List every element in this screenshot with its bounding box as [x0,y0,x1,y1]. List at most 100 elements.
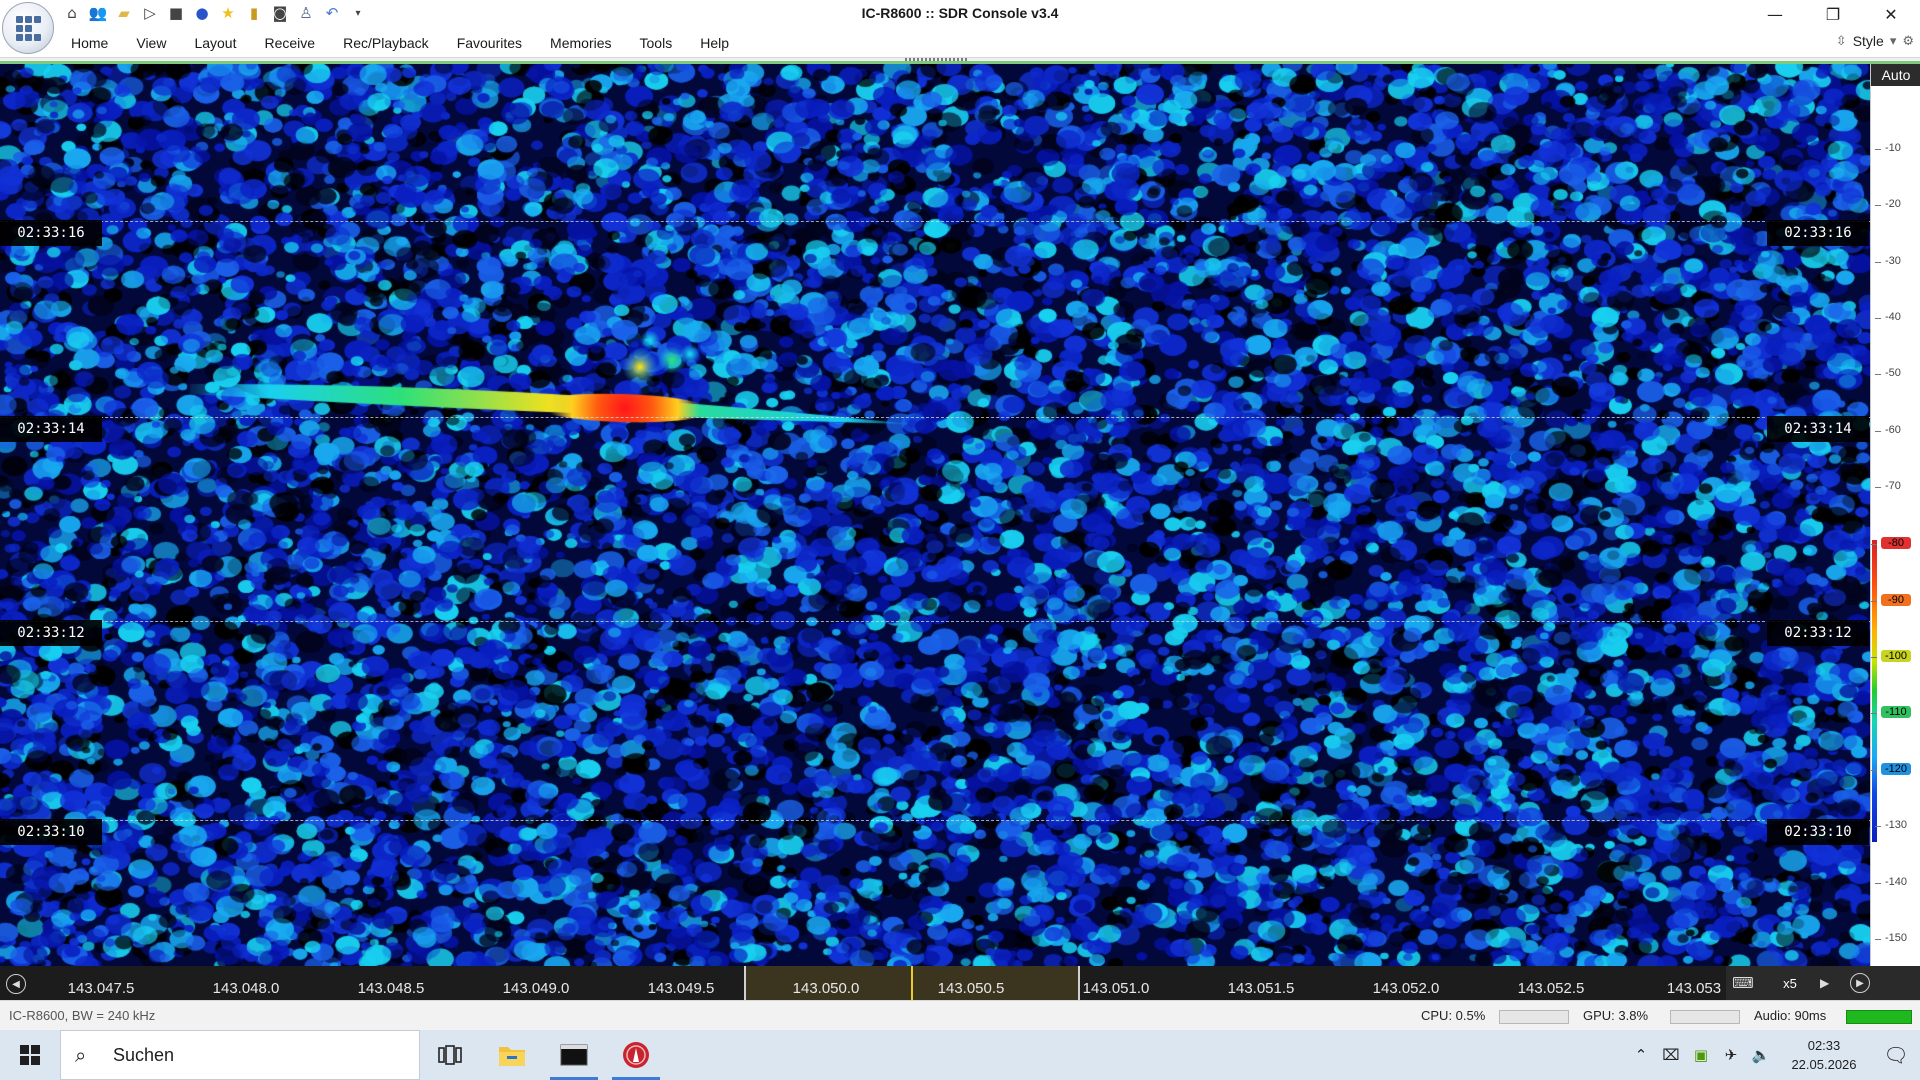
db-tick: -50 [1875,367,1920,379]
zoom-selector[interactable]: x5 [1760,976,1820,991]
db-colorbar [1872,540,1877,842]
frequency-ruler[interactable]: 143.047.5 143.048.0 143.048.5 143.049.0 … [34,966,1726,1000]
stop-icon[interactable]: ■ [166,3,186,23]
db-tick: -70 [1875,480,1920,492]
record-icon[interactable]: ● [192,3,212,23]
clock-date: 22.05.2026 [1791,1057,1857,1072]
sdr-console-icon[interactable] [606,1030,666,1080]
task-view-icon[interactable] [420,1030,480,1080]
frequency-label: 143.047.5 [67,980,135,997]
folder-icon[interactable]: ▰ [114,3,134,23]
device-status: IC-R8600, BW = 240 kHz [9,1008,156,1023]
keyboard-icon[interactable]: ⌨ [1726,974,1760,992]
chevron-up-icon[interactable]: ⌃ [1626,1046,1656,1064]
windows-logo-icon [20,1045,40,1065]
db-tick: -90 [1871,594,1911,606]
frequency-label: 143.050.0 [792,980,860,997]
undo-icon[interactable]: ↶ [322,3,342,23]
app-grid-icon [16,16,42,42]
audio-level-meter [1846,1010,1912,1024]
taskbar: ⌕ Suchen ⌃ ⌧ ▣ ✈ 🔈 02:33 22.05.2026 🗨 [0,1030,1920,1080]
menu-view[interactable]: View [123,35,181,51]
style-selector[interactable]: ⇳ Style ▾ ⚙ [1836,33,1914,49]
system-tray: ⌃ ⌧ ▣ ✈ 🔈 02:33 22.05.2026 🗨 [1626,1030,1920,1080]
scroll-right-icon[interactable]: ▶ [1850,973,1870,993]
cpu-usage: CPU: 0.5% [1421,1008,1486,1023]
frequency-axis-controls: ⌨ x5 ▶ ▶ [1726,966,1920,1000]
menu-memories[interactable]: Memories [537,35,626,51]
scroll-left-icon[interactable]: ◀ [6,974,26,994]
db-tick: -30 [1875,255,1920,267]
filter-edge-right[interactable] [1078,966,1080,1000]
time-label-right: 02:33:10 [1767,819,1869,845]
customize-arrow-icon[interactable]: ▾ [348,3,368,23]
time-gridline [0,621,1870,622]
minimize-icon[interactable]: — [1746,0,1804,28]
taskbar-search[interactable]: ⌕ Suchen [60,1030,420,1080]
db-tick: -80 [1871,537,1911,549]
db-tick: -20 [1875,198,1920,210]
time-label-left: 02:33:10 [0,819,102,845]
frequency-label: 143.050.5 [937,980,1005,997]
menu-help[interactable]: Help [687,35,744,51]
clock[interactable]: 02:33 22.05.2026 [1776,1036,1872,1074]
cpu-meter [1499,1010,1569,1024]
menu-tools[interactable]: Tools [627,35,688,51]
title-bar: ⌂ 👥 ▰ ▷ ■ ● ★ ▮ ◙ ♙ ↶ ▾ IC-R8600 :: SDR … [0,0,1920,28]
frequency-label: 143.052.0 [1372,980,1440,997]
audio-latency: Audio: 90ms [1754,1008,1827,1023]
frequency-label: 143.048.0 [212,980,280,997]
time-label-right: 02:33:14 [1767,416,1869,442]
favourite-star-icon[interactable]: ★ [218,3,238,23]
time-label-left: 02:33:14 [0,416,102,442]
lock-icon[interactable]: ▮ [244,3,264,23]
network-icon[interactable]: ⌧ [1656,1046,1686,1064]
frequency-label: 143.048.5 [357,980,425,997]
gpu-meter [1670,1010,1740,1024]
db-tick: -60 [1875,424,1920,436]
waterfall-display[interactable]: 02:33:16 02:33:16 02:33:14 02:33:14 02:3… [0,64,1870,966]
camera-icon[interactable]: ◙ [270,3,290,23]
frequency-label: 143.049.5 [647,980,715,997]
notification-icon[interactable]: 🗨 [1872,1043,1920,1067]
menu-rec-playback[interactable]: Rec/Playback [330,35,444,51]
frequency-axis[interactable]: ◀ 143.047.5 143.048.0 143.048.5 143.049.… [0,966,1920,1000]
frequency-label: 143.052.5 [1517,980,1585,997]
volume-icon[interactable]: 🔈 [1746,1046,1776,1064]
start-button[interactable] [0,1030,60,1080]
antenna-icon[interactable]: ♙ [296,3,316,23]
time-gridline [0,820,1870,821]
gear-icon[interactable]: ⚙ [1902,34,1914,49]
file-explorer-icon[interactable] [482,1030,542,1080]
menu-layout[interactable]: Layout [181,35,251,51]
db-tick: -40 [1875,311,1920,323]
users-icon[interactable]: 👥 [88,3,108,23]
style-scroll-icon: ⇳ [1835,33,1847,49]
time-label-left: 02:33:16 [0,220,102,246]
time-label-left: 02:33:12 [0,620,102,646]
db-scale[interactable]: Auto -10 -20 -30 -40 -50 -60 -70 -80 -90… [1870,64,1920,966]
time-label-right: 02:33:16 [1767,220,1869,246]
close-icon[interactable]: ✕ [1862,0,1920,28]
db-auto-button[interactable]: Auto [1871,64,1920,86]
frequency-label: 143.051.0 [1082,980,1150,997]
menu-favourites[interactable]: Favourites [444,35,537,51]
filter-edge-left[interactable] [744,966,746,1000]
menu-home[interactable]: Home [58,35,123,51]
play-icon[interactable]: ▷ [140,3,160,23]
restore-icon[interactable]: ❐ [1804,0,1862,28]
airplane-icon[interactable]: ✈ [1716,1046,1746,1064]
nvidia-icon[interactable]: ▣ [1686,1046,1716,1064]
terminal-icon[interactable] [544,1030,604,1080]
menu-receive[interactable]: Receive [252,35,331,51]
frequency-label: 143.053 [1666,980,1722,997]
style-label: Style [1852,33,1884,49]
application-menu-button[interactable] [2,2,54,54]
search-icon: ⌕ [75,1043,87,1067]
tuning-marker[interactable] [911,966,913,1000]
frequency-label: 143.051.5 [1227,980,1295,997]
db-tick: -150 [1875,932,1920,944]
play-icon[interactable]: ▶ [1820,976,1840,990]
menu-bar: Home View Layout Receive Rec/Playback Fa… [0,28,1920,58]
home-icon[interactable]: ⌂ [62,3,82,23]
